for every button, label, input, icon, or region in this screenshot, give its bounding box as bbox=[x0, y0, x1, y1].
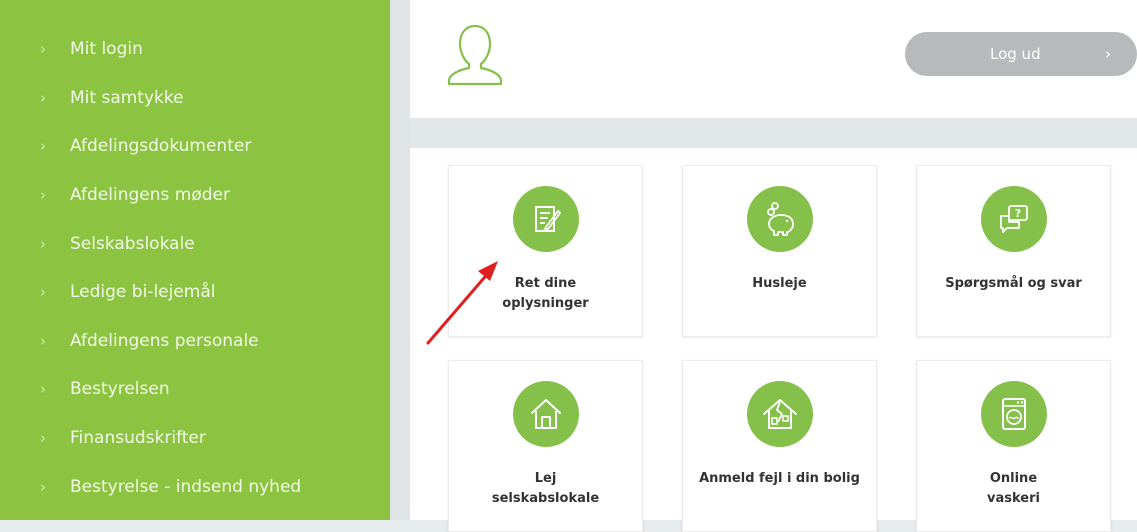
chevron-right-icon: › bbox=[40, 283, 46, 302]
chevron-right-icon: › bbox=[1105, 45, 1111, 63]
sidebar-item-finansudskrifter[interactable]: › Finansudskrifter bbox=[0, 414, 390, 463]
chevron-right-icon: › bbox=[40, 477, 46, 496]
sidebar-item-mit-samtykke[interactable]: › Mit samtykke bbox=[0, 74, 390, 123]
chevron-right-icon: › bbox=[40, 331, 46, 350]
sidebar-item-label: Finansudskrifter bbox=[70, 428, 206, 449]
sidebar-item-label: Bestyrelse - indsend nyhed bbox=[70, 476, 302, 497]
tiles-grid: Ret dine oplysninger Husleje ? Spørgsmål… bbox=[410, 148, 1137, 532]
sidebar-item-label: Mit login bbox=[70, 39, 143, 60]
tile-spoergsmaal-og-svar[interactable]: ? Spørgsmål og svar bbox=[916, 165, 1111, 337]
logout-button[interactable]: Log ud › bbox=[905, 32, 1137, 76]
sidebar-nav: › Mit login › Mit samtykke › Afdelingsdokum… bbox=[0, 0, 390, 520]
house-icon bbox=[512, 381, 579, 447]
piggy-bank-icon bbox=[746, 186, 813, 252]
tile-husleje[interactable]: Husleje bbox=[682, 165, 877, 337]
header-band bbox=[410, 118, 1137, 148]
sidebar-item-label: Bestyrelsen bbox=[70, 379, 170, 400]
sidebar-item-label: Selskabslokale bbox=[70, 233, 195, 254]
chat-question-icon: ? bbox=[980, 186, 1047, 252]
tile-title: Husleje bbox=[752, 276, 807, 291]
tile-title: Anmeld fejl i din bolig bbox=[699, 471, 860, 486]
sidebar-item-label: Mit samtykke bbox=[70, 87, 184, 108]
tile-lej-selskabslokale[interactable]: Lej selskabslokale bbox=[448, 360, 643, 532]
sidebar-item-label: Afdelingens personale bbox=[70, 330, 259, 351]
chevron-right-icon: › bbox=[40, 429, 46, 448]
tile-title: Lej selskabslokale bbox=[491, 471, 600, 506]
tile-title: Online vaskeri bbox=[987, 471, 1040, 506]
chevron-right-icon: › bbox=[40, 137, 46, 156]
chevron-right-icon: › bbox=[40, 88, 46, 107]
edit-form-icon bbox=[512, 186, 579, 252]
sidebar-item-label: Afdelingsdokumenter bbox=[70, 136, 252, 157]
sidebar-item-bestyrelse-indsend-nyhed[interactable]: › Bestyrelse - indsend nyhed bbox=[0, 462, 390, 511]
divider bbox=[390, 0, 410, 520]
sidebar-item-selskabslokale[interactable]: › Selskabslokale bbox=[0, 219, 390, 268]
sidebar-item-label: Afdelingens møder bbox=[70, 185, 230, 206]
user-outline-icon bbox=[445, 22, 505, 92]
broken-house-icon bbox=[746, 381, 813, 447]
sidebar-item-bestyrelsen[interactable]: › Bestyrelsen bbox=[0, 365, 390, 414]
chevron-right-icon: › bbox=[40, 234, 46, 253]
chevron-right-icon: › bbox=[40, 380, 46, 399]
red-arrow-annotation bbox=[426, 261, 498, 345]
sidebar-item-mit-login[interactable]: › Mit login bbox=[0, 25, 390, 74]
page-header: Log ud › bbox=[410, 0, 1137, 118]
tile-title: Spørgsmål og svar bbox=[945, 276, 1082, 291]
sidebar-item-afdelingens-personale[interactable]: › Afdelingens personale bbox=[0, 317, 390, 366]
svg-text:?: ? bbox=[1014, 207, 1020, 220]
chevron-right-icon: › bbox=[40, 40, 46, 59]
tile-online-vaskeri[interactable]: Online vaskeri bbox=[916, 360, 1111, 532]
logout-label: Log ud bbox=[990, 45, 1041, 63]
washing-machine-icon bbox=[980, 381, 1047, 447]
sidebar-item-ledige-bi-lejemaal[interactable]: › Ledige bi-lejemål bbox=[0, 268, 390, 317]
sidebar-item-afdelingens-moder[interactable]: › Afdelingens møder bbox=[0, 171, 390, 220]
tile-anmeld-fejl-i-din-bolig[interactable]: Anmeld fejl i din bolig bbox=[682, 360, 877, 532]
chevron-right-icon: › bbox=[40, 186, 46, 205]
sidebar-item-afdelingsdokumenter[interactable]: › Afdelingsdokumenter bbox=[0, 122, 390, 171]
sidebar-item-label: Ledige bi-lejemål bbox=[70, 282, 216, 303]
